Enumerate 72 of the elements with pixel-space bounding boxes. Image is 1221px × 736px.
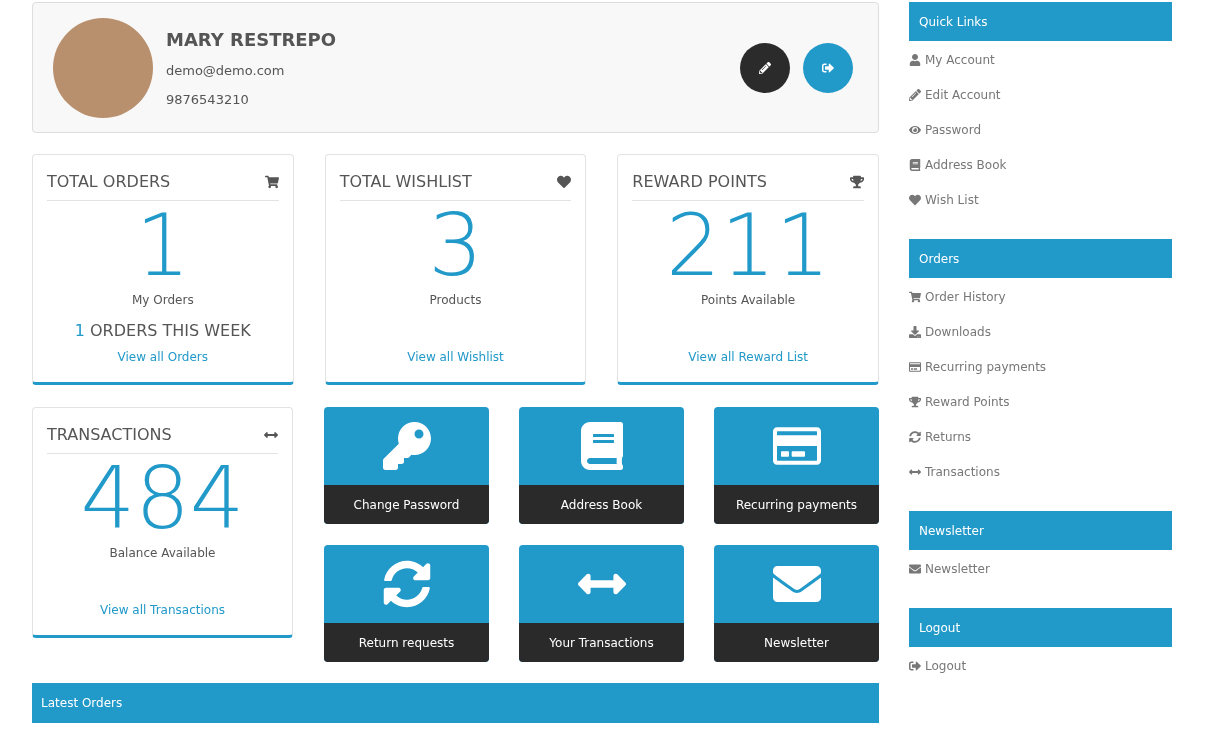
stat-caption: Points Available bbox=[701, 292, 796, 309]
stat-value: 484 bbox=[80, 454, 245, 542]
sidebar-link[interactable]: Newsletter bbox=[909, 550, 1172, 585]
book-icon bbox=[909, 158, 921, 171]
sidebar-link[interactable]: My Account bbox=[909, 41, 1172, 76]
key-icon bbox=[382, 422, 431, 470]
card-title: TOTAL ORDERS bbox=[47, 171, 171, 193]
refresh-icon bbox=[382, 560, 431, 608]
view-all-link[interactable]: View all Transactions bbox=[100, 601, 225, 619]
sidebar-link[interactable]: Address Book bbox=[909, 146, 1172, 181]
tile-label: Address Book bbox=[560, 496, 643, 514]
trophy-icon bbox=[909, 395, 921, 408]
stat-value: 211 bbox=[666, 201, 831, 289]
pencil-icon bbox=[909, 88, 921, 101]
week-label: ORDERS THIS WEEK bbox=[90, 320, 251, 342]
tile-label: Your Transactions bbox=[549, 634, 654, 652]
sidebar-link[interactable]: Downloads bbox=[909, 313, 1172, 348]
tile-label: Newsletter bbox=[764, 634, 829, 652]
cart-icon bbox=[264, 175, 279, 189]
logout-icon bbox=[909, 659, 921, 672]
shortcut-tile[interactable]: Return requests bbox=[324, 545, 489, 662]
cart-icon bbox=[909, 290, 921, 303]
stat-caption: Balance Available bbox=[109, 545, 216, 562]
user-name: MARY RESTREPO bbox=[166, 27, 337, 52]
logout-icon bbox=[822, 61, 834, 74]
stat-value: 3 bbox=[428, 201, 483, 289]
logout-button[interactable] bbox=[803, 42, 853, 93]
stat-caption: Products bbox=[429, 292, 482, 309]
sidebar-title: Orders bbox=[919, 250, 960, 268]
shortcut-tile[interactable]: Address Book bbox=[519, 407, 684, 524]
sidebar-link[interactable]: Reward Points bbox=[909, 383, 1172, 418]
edit-button[interactable] bbox=[740, 42, 790, 93]
sidebar-link[interactable]: Edit Account bbox=[909, 76, 1172, 111]
envelope-icon bbox=[909, 562, 921, 575]
tile-label: Return requests bbox=[358, 634, 455, 652]
sidebar-title: Newsletter bbox=[919, 522, 984, 540]
card-title: TOTAL WISHLIST bbox=[339, 171, 472, 193]
refresh-icon bbox=[909, 430, 921, 443]
tile-label: Change Password bbox=[353, 496, 460, 514]
eye-icon bbox=[909, 123, 921, 136]
heart-icon bbox=[557, 175, 572, 189]
shortcut-tile[interactable]: Newsletter bbox=[714, 545, 879, 662]
user-icon bbox=[909, 53, 921, 66]
sidebar-link[interactable]: Wish List bbox=[909, 181, 1172, 216]
sidebar-link[interactable]: Transactions bbox=[909, 453, 1172, 488]
stat-value: 1 bbox=[135, 201, 191, 289]
user-email: demo@demo.com bbox=[166, 61, 286, 80]
sidebar-link[interactable]: Returns bbox=[909, 418, 1172, 453]
shortcut-tile[interactable]: Recurring payments bbox=[714, 407, 879, 524]
sidebar-link[interactable]: Logout bbox=[909, 647, 1172, 682]
sidebar-title: Logout bbox=[919, 619, 961, 637]
view-all-link[interactable]: View all Reward List bbox=[688, 348, 808, 366]
heart-icon bbox=[909, 193, 921, 206]
sidebar-link[interactable]: Order History bbox=[909, 278, 1172, 313]
section-title: Latest Orders bbox=[41, 695, 123, 712]
view-all-link[interactable]: View all Wishlist bbox=[407, 348, 504, 366]
shortcut-tile[interactable]: Change Password bbox=[324, 407, 489, 524]
pencil-icon bbox=[759, 61, 771, 74]
card-title: REWARD POINTS bbox=[632, 171, 767, 193]
user-phone: 9876543210 bbox=[166, 91, 250, 109]
stat-caption: My Orders bbox=[132, 292, 194, 309]
view-all-link[interactable]: View all Orders bbox=[117, 348, 209, 366]
trophy-icon bbox=[850, 175, 864, 189]
shortcut-tile[interactable]: Your Transactions bbox=[519, 545, 684, 662]
sidebar-link[interactable]: Recurring payments bbox=[909, 348, 1172, 383]
download-icon bbox=[909, 325, 921, 338]
sidebar-title: Quick Links bbox=[919, 13, 988, 31]
card-title: TRANSACTIONS bbox=[47, 424, 172, 446]
sidebar-link[interactable]: Password bbox=[909, 111, 1172, 146]
week-count: 1 bbox=[74, 320, 85, 342]
tile-label: Recurring payments bbox=[735, 496, 858, 514]
credit-card-icon bbox=[909, 360, 921, 373]
